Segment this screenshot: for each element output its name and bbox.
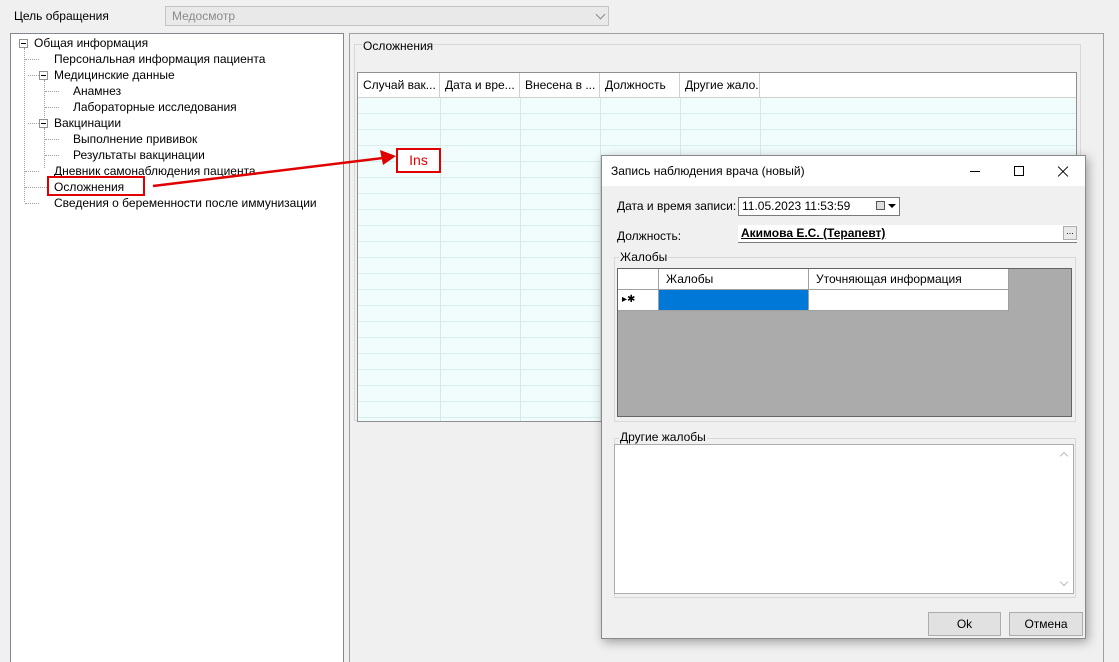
minimize-icon <box>970 171 980 172</box>
tree-item-vaccination-results[interactable]: Результаты вакцинации <box>73 148 205 162</box>
column-header-other-complaints[interactable]: Другие жало... <box>680 73 760 97</box>
tree-connector <box>25 203 39 204</box>
column-header-position[interactable]: Должность <box>600 73 680 97</box>
doctor-observation-dialog: Запись наблюдения врача (новый) Дата и в… <box>601 155 1086 639</box>
column-header-datetime[interactable]: Дата и вре... <box>440 73 520 97</box>
maximize-button[interactable] <box>997 156 1041 186</box>
dialog-title: Запись наблюдения врача (новый) <box>611 164 805 178</box>
visit-purpose-label: Цель обращения <box>14 9 109 23</box>
navigation-tree[interactable]: Общая информация Персональная информация… <box>10 33 344 662</box>
position-value: Акимова Е.С. (Терапевт) <box>741 226 886 240</box>
dropdown-arrow-icon <box>888 204 896 208</box>
tree-item-pregnancy-info[interactable]: Сведения о беременности после иммунизаци… <box>54 196 317 210</box>
other-complaints-group-title: Другие жалобы <box>619 430 707 444</box>
visit-purpose-value: Медосмотр <box>172 9 236 23</box>
datetime-field[interactable]: 11.05.2023 11:53:59 <box>738 197 900 216</box>
tree-item-vaccination-execution[interactable]: Выполнение прививок <box>73 132 197 146</box>
maximize-icon <box>1014 166 1024 176</box>
column-header-entered-in[interactable]: Внесена в ... <box>520 73 600 97</box>
position-field[interactable]: Акимова Е.С. (Терапевт) ... <box>738 225 1077 243</box>
tree-item-personal-info[interactable]: Персональная информация пациента <box>54 52 265 66</box>
tree-item-anamnesis[interactable]: Анамнез <box>73 84 121 98</box>
collapse-icon[interactable] <box>39 71 48 80</box>
complaints-group-title: Жалобы <box>619 250 669 264</box>
tree-connector <box>28 123 39 124</box>
clarifying-info-cell[interactable] <box>809 290 1009 311</box>
complaint-cell-selected[interactable] <box>659 290 809 311</box>
tree-item-vaccinations[interactable]: Вакцинации <box>54 116 121 130</box>
complications-group-title: Осложнения <box>362 39 435 53</box>
visit-purpose-select[interactable]: Медосмотр <box>165 6 609 26</box>
grid-column-line <box>440 98 441 421</box>
chevron-down-icon[interactable] <box>595 9 606 20</box>
tree-connector <box>25 59 39 60</box>
tree-item-medical-data[interactable]: Медицинские данные <box>54 68 175 82</box>
datetime-label: Дата и время записи: <box>617 199 737 213</box>
collapse-icon[interactable] <box>39 119 48 128</box>
tree-connector <box>28 75 39 76</box>
annotation-highlight-box <box>47 176 145 196</box>
grid-header: Случай вак... Дата и вре... Внесена в ..… <box>358 73 1076 98</box>
other-complaints-textarea[interactable] <box>614 444 1074 594</box>
grid-column-line <box>520 98 521 421</box>
calendar-icon <box>876 201 885 210</box>
vertical-scrollbar[interactable] <box>1057 445 1073 593</box>
datetime-value: 11.05.2023 11:53:59 <box>742 199 851 213</box>
tree-item-lab-tests[interactable]: Лабораторные исследования <box>73 100 237 114</box>
tree-connector <box>45 155 59 156</box>
complaints-grid[interactable]: Жалобы Уточняющая информация ▸✱ <box>617 268 1072 417</box>
tree-connector <box>44 128 45 158</box>
minimize-button[interactable] <box>953 156 997 186</box>
scroll-down-icon[interactable] <box>1059 577 1069 587</box>
tree-connector <box>25 171 39 172</box>
column-header-vaccination-case[interactable]: Случай вак... <box>358 73 440 97</box>
scroll-up-icon[interactable] <box>1059 451 1069 461</box>
position-browse-button[interactable]: ... <box>1063 226 1077 240</box>
datetime-picker-button[interactable] <box>874 199 898 214</box>
annotation-ins-key: Ins <box>396 148 441 173</box>
new-row-marker[interactable]: ▸✱ <box>618 290 659 311</box>
close-button[interactable] <box>1041 156 1085 186</box>
position-label: Должность: <box>617 229 682 243</box>
dialog-titlebar[interactable]: Запись наблюдения врача (новый) <box>602 156 1085 186</box>
tree-connector <box>45 91 59 92</box>
tree-connector <box>25 187 47 188</box>
tree-connector <box>24 48 25 202</box>
collapse-icon[interactable] <box>19 39 28 48</box>
column-header-clarifying-info[interactable]: Уточняющая информация <box>809 269 1009 290</box>
tree-item-general-info[interactable]: Общая информация <box>34 36 148 50</box>
ok-button[interactable]: Ok <box>928 612 1001 636</box>
tree-connector <box>45 139 59 140</box>
cancel-button[interactable]: Отмена <box>1009 612 1083 636</box>
row-header-corner <box>618 269 659 290</box>
column-header-complaints[interactable]: Жалобы <box>659 269 809 290</box>
tree-connector <box>45 107 59 108</box>
